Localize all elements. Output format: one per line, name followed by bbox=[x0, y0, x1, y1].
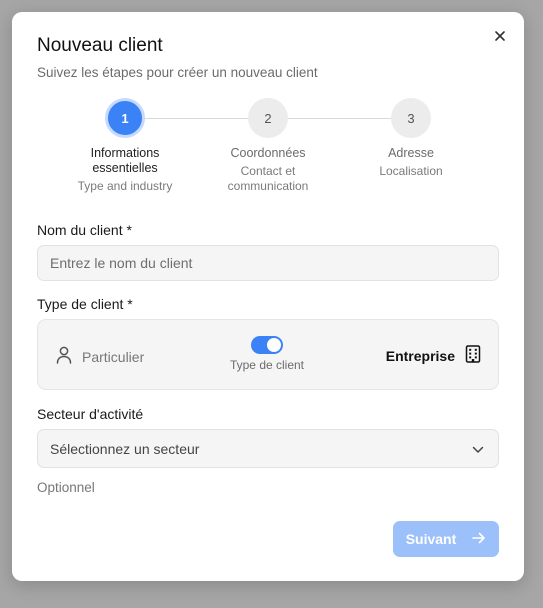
client-type-toggle-label: Type de client bbox=[229, 358, 305, 372]
client-type-option-individual[interactable]: Particulier bbox=[56, 346, 144, 367]
dialog-subtitle: Suivez les étapes pour créer un nouveau … bbox=[37, 65, 318, 80]
client-type-option-company-label: Entreprise bbox=[385, 347, 455, 364]
next-button-label: Suivant bbox=[405, 531, 457, 547]
chevron-down-icon bbox=[472, 441, 484, 457]
client-type-label: Type de client * bbox=[37, 296, 133, 312]
step-title: Informations essentielles bbox=[90, 146, 160, 175]
stepper: 1 Informations essentielles Type and ind… bbox=[12, 98, 524, 208]
building-icon bbox=[465, 345, 481, 366]
step-3: 3 Adresse Localisation bbox=[346, 98, 476, 179]
client-name-label: Nom du client * bbox=[37, 222, 132, 238]
sector-select-placeholder: Sélectionnez un secteur bbox=[50, 440, 200, 457]
client-type-toggle[interactable] bbox=[251, 336, 283, 354]
toggle-knob bbox=[267, 338, 281, 352]
step-title: Adresse bbox=[388, 146, 434, 160]
sector-optional-hint: Optionnel bbox=[37, 480, 95, 495]
user-icon bbox=[56, 346, 72, 367]
step-2: 2 Coordonnées Contact et communication bbox=[203, 98, 333, 194]
step-1: 1 Informations essentielles Type and ind… bbox=[60, 98, 190, 194]
close-icon[interactable] bbox=[492, 28, 508, 44]
client-name-input[interactable] bbox=[37, 245, 499, 281]
client-type-selector: Particulier Type de client Entreprise bbox=[37, 319, 499, 390]
step-number-badge: 1 bbox=[105, 98, 145, 138]
step-number-badge: 3 bbox=[391, 98, 431, 138]
sector-select[interactable]: Sélectionnez un secteur bbox=[37, 429, 499, 468]
client-type-toggle-group: Type de client bbox=[228, 336, 306, 372]
sector-label: Secteur d'activité bbox=[37, 406, 144, 422]
step-number-badge: 2 bbox=[248, 98, 288, 138]
arrow-right-icon bbox=[472, 531, 486, 547]
client-type-option-company[interactable]: Entreprise bbox=[386, 345, 481, 366]
client-type-option-individual-label: Particulier bbox=[82, 348, 145, 365]
step-description: Localisation bbox=[379, 164, 443, 178]
next-button[interactable]: Suivant bbox=[393, 521, 499, 557]
step-title: Coordonnées bbox=[230, 146, 306, 160]
step-description: Type and industry bbox=[77, 179, 173, 193]
step-description: Contact et communication bbox=[227, 164, 309, 193]
new-client-dialog: Nouveau client Suivez les étapes pour cr… bbox=[12, 12, 524, 581]
dialog-title: Nouveau client bbox=[37, 35, 163, 56]
